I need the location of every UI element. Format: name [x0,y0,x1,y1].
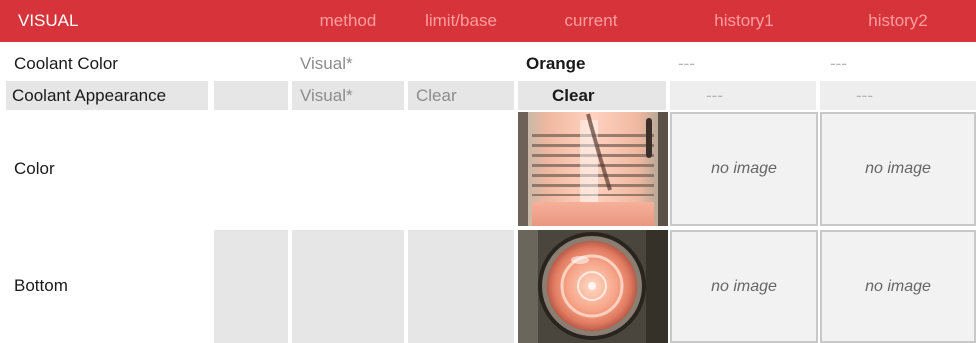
row-label-coolant-color: Coolant Color [14,54,118,73]
coolant-jar-side-photo [518,112,668,226]
coolant-appearance-current: Clear [552,86,595,105]
cell-bg-history2 [820,81,976,110]
coolant-appearance-history2: --- [856,86,873,105]
cell-bg-empty [214,81,288,110]
history1-color-no-image: no image [670,112,818,226]
header-bar: VISUAL method limit/base current history… [0,0,976,42]
coolant-color-current: Orange [526,54,586,73]
coolant-color-history1: --- [678,54,695,73]
cell-bg-bottom-empty [214,230,288,343]
row-label-color: Color [14,159,55,178]
row-label-coolant-appearance: Coolant Appearance [12,86,167,105]
no-image-label: no image [711,160,777,177]
coolant-appearance-method: Visual* [300,86,353,105]
coolant-color-history2: --- [830,54,847,73]
column-header-current: current [564,11,618,30]
coolant-color-method: Visual* [300,54,353,73]
column-header-limit: limit/base [425,11,497,30]
section-title: VISUAL [18,11,79,30]
cell-bg-bottom-limit [408,230,514,343]
column-header-method: method [319,11,377,30]
no-image-label: no image [865,277,931,295]
cell-bg-bottom-method [292,230,404,343]
row-label-bottom: Bottom [14,276,68,295]
coolant-jar-bottom-photo [518,230,668,343]
column-header-history2: history2 [868,11,928,30]
column-header-history1: history1 [714,11,774,30]
coolant-appearance-limit: Clear [416,86,457,105]
history2-color-no-image: no image [820,112,976,226]
no-image-label: no image [711,277,777,295]
history1-bottom-no-image: no image [670,230,818,343]
visual-report-sheet: VISUAL method limit/base current history… [0,0,976,343]
cell-bg-history1 [670,81,816,110]
no-image-label: no image [865,160,931,177]
coolant-appearance-history1: --- [706,86,723,105]
history2-bottom-no-image: no image [820,230,976,343]
